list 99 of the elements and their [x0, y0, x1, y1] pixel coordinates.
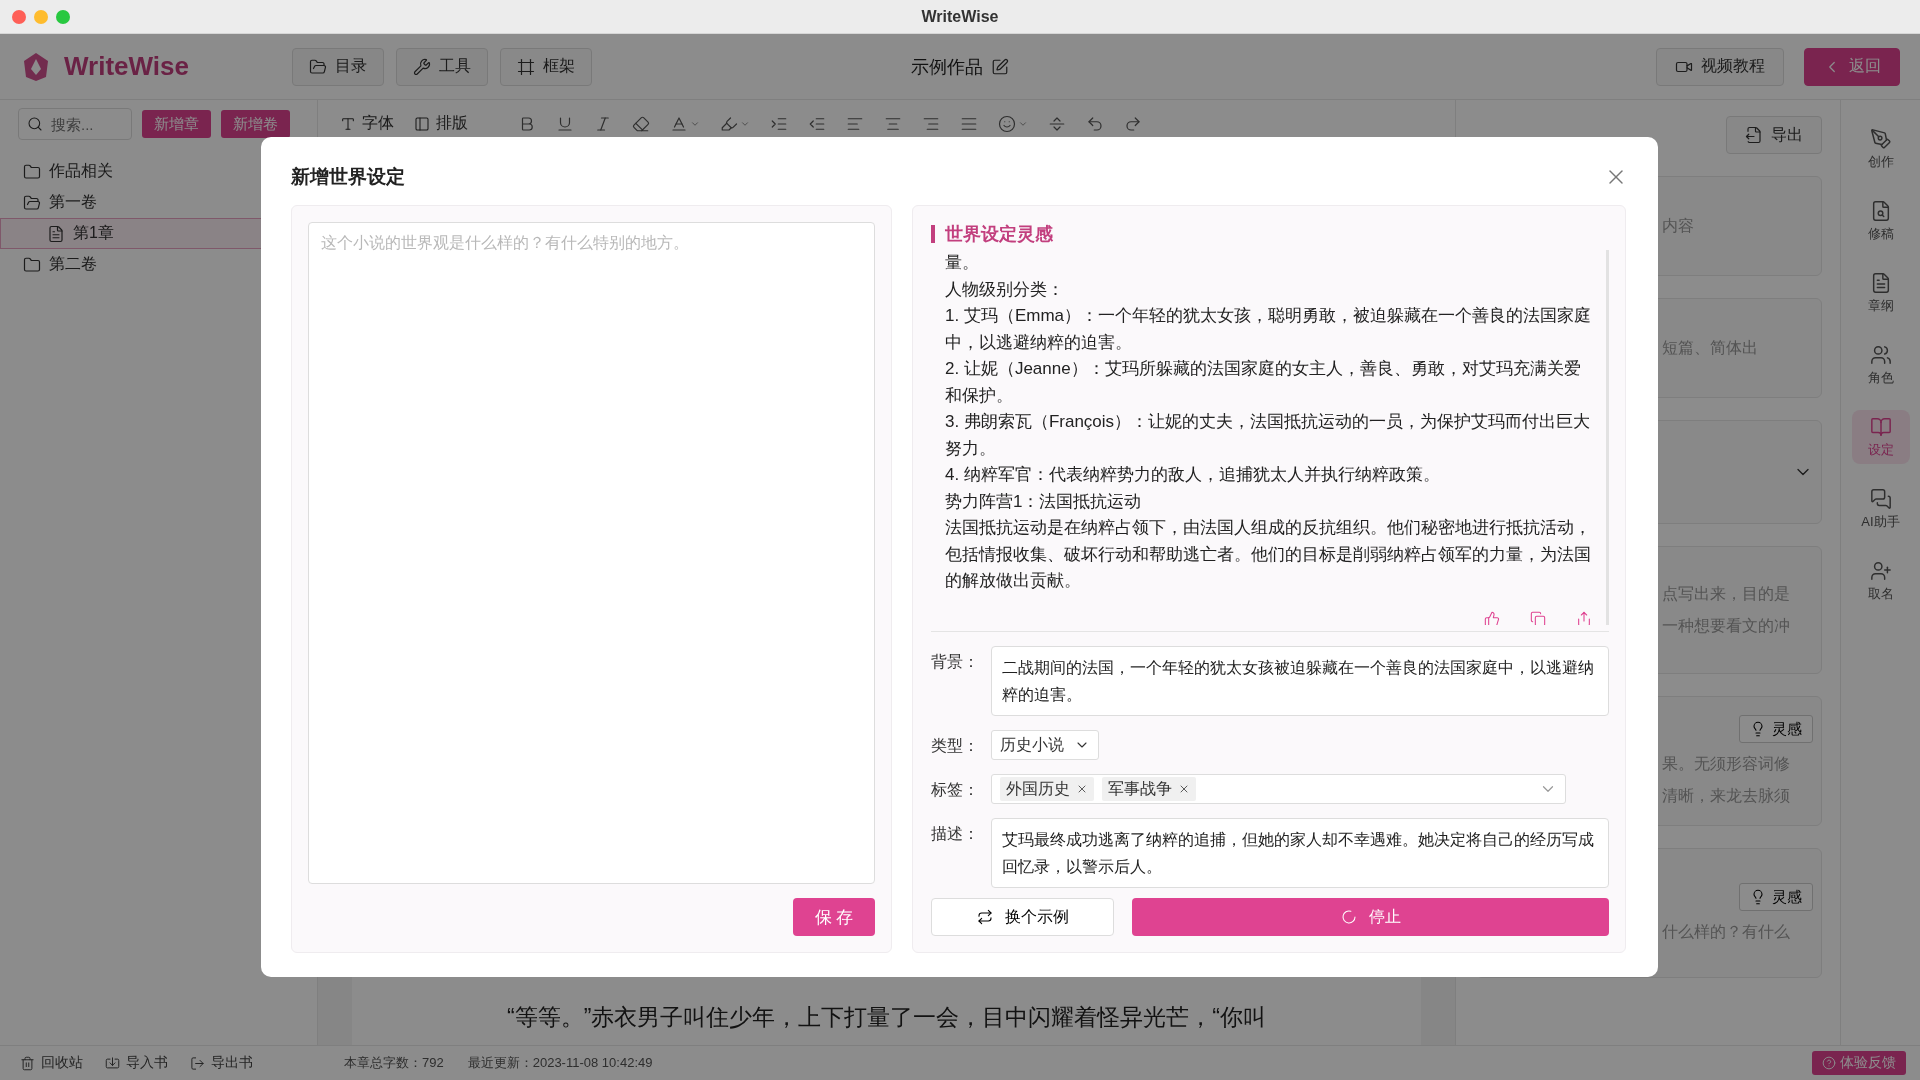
frame-icon [517, 57, 535, 76]
file-icon [47, 224, 65, 243]
tag: 军事战争 [1102, 777, 1196, 801]
rail-item[interactable]: 设定 [1851, 410, 1910, 464]
export-button[interactable]: 导出 [1726, 116, 1822, 154]
search-input[interactable]: 搜索... [49, 114, 119, 134]
import-icon [105, 1055, 120, 1071]
trash-icon [20, 1055, 35, 1071]
search-icon [27, 116, 43, 132]
search-field[interactable]: 搜索... [18, 108, 132, 140]
logo-text: WriteWise [64, 51, 189, 82]
share-icon[interactable] [1576, 611, 1592, 625]
nav-button[interactable]: 目录 [292, 47, 384, 86]
close-window-button[interactable] [12, 10, 26, 24]
folder-icon [309, 57, 327, 76]
tree-item-label: 第一卷 [49, 192, 97, 212]
pen-icon [1869, 127, 1892, 150]
paragraph: 势力阵营1：法国抵抗运动 [945, 490, 1143, 513]
lightbulb-icon [1750, 721, 1766, 737]
tree-item-label: 第二卷 [49, 254, 97, 274]
feedback-button[interactable]: 体验反馈 [1812, 1051, 1906, 1075]
type-select[interactable]: 历史小说 [991, 730, 1099, 760]
swap-icon [976, 909, 993, 925]
field-label: 描述： [931, 824, 980, 844]
wrench-icon [413, 57, 431, 76]
copy-icon[interactable] [1530, 611, 1546, 625]
nav-button[interactable]: 工具 [396, 47, 488, 86]
editor-paragraph: “等等。”赤衣男子叫住少年，上下打量了一会，目中闪耀着怪异光芒，“你叫 [507, 1003, 1266, 1032]
tree-item-label: 第1章 [73, 223, 114, 243]
dialog-title: 新增世界设定 [291, 165, 405, 189]
folder-icon [23, 255, 41, 274]
add-user-icon [1869, 559, 1892, 582]
spinner-icon [1340, 909, 1357, 925]
rail-item[interactable]: 章纲 [1851, 266, 1910, 320]
change-example-button[interactable]: 换个示例 [931, 898, 1114, 936]
stop-button[interactable]: 停止 [1132, 898, 1609, 936]
font-icon [340, 115, 356, 132]
rail-item[interactable]: 修稿 [1851, 194, 1910, 248]
input-field[interactable]: 这个小说的世界观是什么样的？有什么特别的地方。 [308, 222, 875, 884]
inspiration-button[interactable]: 灵感 [1739, 715, 1813, 743]
footer-button[interactable]: 回收站 [20, 1054, 83, 1072]
undo-icon[interactable] [1086, 114, 1104, 133]
inspiration-button[interactable]: 灵感 [1739, 883, 1813, 911]
tag: 外国历史 [1000, 777, 1094, 801]
underline-icon[interactable] [556, 114, 574, 133]
people-icon [1869, 343, 1892, 366]
book-icon [1869, 415, 1892, 438]
tree-item[interactable]: 第一卷 [0, 187, 317, 218]
field-label: 标签： [931, 780, 980, 800]
rail-item[interactable]: 创作 [1851, 122, 1910, 176]
italic-icon[interactable] [594, 114, 612, 133]
paragraph: 1. 艾玛（Emma）：一个年轻的犹太女孩，聪明勇敢，被迫躲藏在一个善良的法国家庭中，以逃避纳粹的迫害。 [945, 305, 1592, 354]
rail-item[interactable]: AI助手 [1851, 482, 1910, 536]
eraser-icon[interactable] [632, 114, 650, 133]
paragraph: 2. 让妮（Jeanne）：艾玛所躲藏的法国家庭的女主人，善良、勇敢，对艾玛充满关爱和保护。 [945, 358, 1582, 407]
paragraph: 人物级别分类： [945, 278, 1065, 301]
redo-icon[interactable] [1124, 114, 1142, 133]
help-icon [1822, 1056, 1836, 1070]
paragraph: 量。 [945, 252, 980, 274]
thumbs-up-icon[interactable] [1484, 611, 1500, 625]
tags-select[interactable]: 外国历史 军事战争 [991, 774, 1566, 804]
save-button[interactable]: 保 存 [793, 898, 875, 936]
export-icon [1745, 126, 1763, 144]
tree-item-label: 作品相关 [49, 161, 113, 181]
panel-title: 世界设定灵感 [945, 223, 1053, 246]
toolbar-button[interactable]: 排版 [414, 113, 468, 134]
layout-icon [414, 115, 430, 132]
field-label: 背景： [931, 652, 980, 672]
text-field[interactable]: 二战期间的法国，一个年轻的犹太女孩被迫躲藏在一个善良的法国家庭中，以逃避纳粹的迫害。 [991, 646, 1609, 716]
footer-button[interactable]: 导出书 [190, 1054, 253, 1072]
paragraph: 4. 纳粹军官：代表纳粹势力的敌人，追捕犹太人并执行纳粹政策。 [945, 464, 1441, 486]
emoji-icon[interactable] [998, 114, 1016, 133]
back-button[interactable]: 返回 [1804, 47, 1900, 86]
add-button[interactable]: 新增卷 [221, 110, 290, 138]
highlight-icon[interactable] [720, 114, 738, 133]
text-field[interactable]: 艾玛最终成功逃离了纳粹的追捕，但她的家人却不幸遇难。她决定将自己的经历写成回忆录，以警示后人。 [991, 818, 1609, 888]
add-button[interactable]: 新增章 [142, 110, 211, 138]
folder-icon [23, 162, 41, 181]
word-count: 本章总字数：792 [344, 1054, 444, 1072]
close-icon [1076, 783, 1088, 795]
nav-button[interactable]: 框架 [500, 47, 592, 86]
field-label: 类型： [931, 736, 980, 756]
last-updated: 最近更新：2023-11-08 10:42:49 [467, 1054, 653, 1072]
paragraph: 法国抵抗运动是在纳粹占领下，由法国人组成的反抗组织。他们秘密地进行抵抗活动，包括情报收集、破坏行动和帮助逃亡者。他们的目标是削弱纳粹占领军的力量，为法国的解放做出贡献。 [945, 517, 1592, 592]
lightbulb-icon [1750, 889, 1766, 905]
edit-icon[interactable] [991, 57, 1009, 76]
export-icon [190, 1055, 205, 1071]
video-tutorial-button[interactable]: 视频教程 [1656, 47, 1784, 86]
chat-icon [1869, 487, 1892, 510]
work-title: 示例作品 [911, 55, 983, 79]
window-title: WriteWise [921, 7, 999, 26]
paragraph: 3. 弗朗索瓦（François）：让妮的丈夫，法国抵抗运动的一员，为保护艾玛而付出巨大努力。 [945, 411, 1592, 460]
close-icon [1178, 783, 1190, 795]
toolbar-button[interactable]: 字体 [340, 113, 394, 134]
rail-item[interactable]: 角色 [1851, 338, 1910, 392]
open-folder-icon [23, 193, 41, 212]
footer-button[interactable]: 导入书 [105, 1054, 168, 1072]
rail-item[interactable]: 取名 [1851, 554, 1910, 608]
zoom-window-button[interactable] [56, 10, 70, 24]
